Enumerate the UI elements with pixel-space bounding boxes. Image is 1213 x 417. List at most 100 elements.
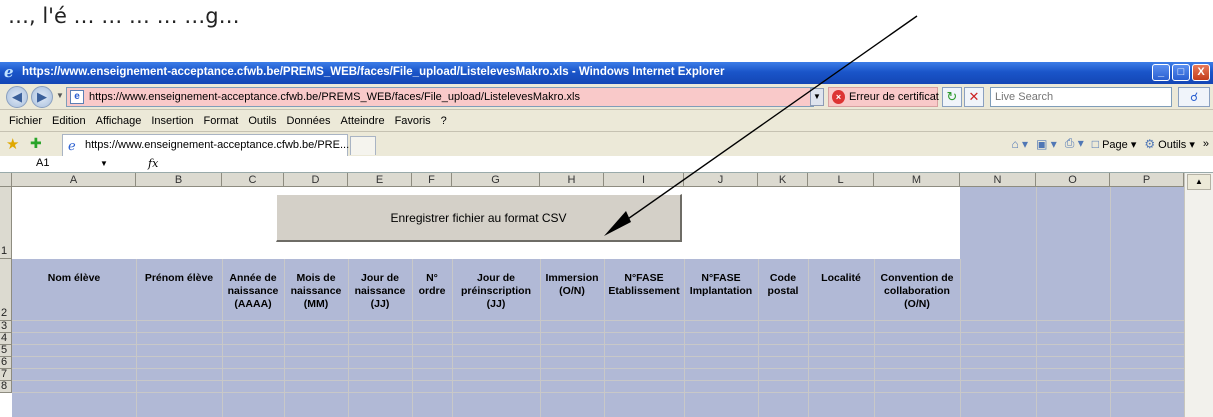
grid-line	[12, 368, 1184, 369]
grid-line	[1036, 187, 1037, 417]
column-header[interactable]: L	[808, 173, 874, 187]
live-search-input[interactable]	[991, 88, 1167, 106]
column-header[interactable]: D	[284, 173, 348, 187]
chevron-right-icon[interactable]: »	[1203, 138, 1209, 150]
tools-menu[interactable]: ⚙ Outils ▾	[1144, 137, 1195, 151]
refresh-button[interactable]: ↻	[942, 87, 962, 107]
select-all-corner[interactable]	[0, 173, 12, 187]
header-prenom-eleve: Prénom élève	[144, 272, 214, 284]
column-header[interactable]: G	[452, 173, 540, 187]
window-controls: _ □ X	[1152, 64, 1210, 81]
gear-icon: ⚙	[1144, 136, 1156, 151]
header-numero-ordre: N° ordre	[418, 272, 446, 297]
menu-format[interactable]: Format	[199, 115, 244, 127]
menu-favoris[interactable]: Favoris	[390, 115, 436, 127]
name-box-dropdown-icon[interactable]: ▼	[100, 159, 108, 168]
new-tab-button[interactable]	[350, 136, 376, 155]
menu-donnees[interactable]: Données	[282, 115, 336, 127]
header-nom-eleve: Nom élève	[47, 272, 101, 284]
page-icon: e	[70, 90, 84, 104]
home-icon[interactable]: ⌂ ▾	[1011, 137, 1028, 151]
favorites-star-icon[interactable]: ★	[6, 135, 19, 153]
row-header[interactable]: 1	[0, 187, 12, 259]
history-dropdown-icon[interactable]: ▼	[56, 91, 64, 100]
caption-text: …, l'é … … … … …g…	[8, 4, 240, 28]
tools-menu-label: Outils	[1158, 138, 1187, 151]
column-header-row: A B C D E F G H I J K L M N O P	[0, 173, 1213, 187]
tab-bar: ★ ✚ ℯ https://www.enseignement-acceptanc…	[0, 132, 1213, 156]
vertical-scrollbar[interactable]: ▲	[1184, 173, 1213, 417]
command-bar: ⌂ ▾ ▣ ▾ ⎙ ▾ □ Page ▾ ⚙ Outils ▾ »	[1011, 136, 1209, 151]
function-icon[interactable]: fx	[148, 157, 158, 170]
menu-insertion[interactable]: Insertion	[146, 115, 198, 127]
add-favorite-icon[interactable]: ✚	[30, 135, 42, 152]
print-icon[interactable]: ⎙ ▾	[1065, 136, 1084, 151]
header-fase-etablissement: N°FASE Etablissement	[608, 272, 680, 297]
column-header[interactable]: M	[874, 173, 960, 187]
forward-button[interactable]: ▶	[31, 86, 53, 108]
grid-line	[960, 259, 961, 417]
save-csv-button[interactable]: Enregistrer fichier au format CSV	[276, 194, 682, 242]
header-jour-naissance: Jour de naissance (JJ)	[354, 272, 406, 310]
minimize-button[interactable]: _	[1152, 64, 1170, 81]
column-header[interactable]: A	[12, 173, 136, 187]
column-header[interactable]: B	[136, 173, 222, 187]
maximize-button[interactable]: □	[1172, 64, 1190, 81]
window-title: https://www.enseignement-acceptance.cfwb…	[22, 66, 725, 78]
menu-help[interactable]: ?	[436, 115, 452, 127]
address-url: https://www.enseignement-acceptance.cfwb…	[89, 91, 580, 103]
column-header[interactable]: K	[758, 173, 808, 187]
name-box[interactable]: A1	[36, 157, 49, 169]
menu-affichage[interactable]: Affichage	[91, 115, 147, 127]
column-header[interactable]: F	[412, 173, 452, 187]
menu-atteindre[interactable]: Atteindre	[336, 115, 390, 127]
tab-title: https://www.enseignement-acceptance.cfwb…	[85, 139, 350, 151]
header-mois-naissance: Mois de naissance (MM)	[290, 272, 342, 310]
certificate-error-icon: ×	[832, 90, 845, 104]
row-header[interactable]: 8	[0, 381, 12, 393]
column-header[interactable]: P	[1110, 173, 1184, 187]
column-header[interactable]: C	[222, 173, 284, 187]
column-header[interactable]: O	[1036, 173, 1110, 187]
address-toolbar: ◀ ▶ ▼ e https://www.enseignement-accepta…	[0, 84, 1213, 110]
header-localite: Localité	[821, 272, 861, 284]
live-search-box[interactable]	[990, 87, 1172, 107]
menu-bar: Fichier Edition Affichage Insertion Form…	[0, 110, 1213, 132]
feeds-icon[interactable]: ▣ ▾	[1036, 137, 1057, 151]
grid-line	[12, 392, 1184, 393]
address-dropdown-icon[interactable]: ▼	[810, 88, 824, 106]
menu-outils[interactable]: Outils	[243, 115, 281, 127]
address-input[interactable]: e https://www.enseignement-acceptance.cf…	[66, 87, 814, 107]
grid-line	[12, 332, 1184, 333]
column-header[interactable]: I	[604, 173, 684, 187]
column-header[interactable]: E	[348, 173, 412, 187]
header-immersion: Immersion (O/N)	[545, 272, 599, 297]
header-jour-preinscription: Jour de préinscription (JJ)	[460, 272, 531, 310]
menu-edition[interactable]: Edition	[47, 115, 91, 127]
header-code-postal: Code postal	[767, 272, 799, 297]
column-header[interactable]: J	[684, 173, 758, 187]
tab-current[interactable]: ℯ https://www.enseignement-acceptance.cf…	[62, 134, 350, 156]
close-button[interactable]: X	[1192, 64, 1210, 81]
grid-line	[12, 380, 1184, 381]
grid-line	[12, 356, 1184, 357]
page-menu[interactable]: □ Page ▾	[1092, 137, 1137, 151]
formula-bar: A1 ▼ fx	[0, 156, 1213, 173]
column-header[interactable]: H	[540, 173, 604, 187]
scroll-up-icon[interactable]: ▲	[1187, 174, 1211, 190]
search-icon[interactable]: ☌	[1178, 87, 1210, 107]
page-menu-label: Page	[1102, 138, 1128, 151]
top-caption: …, l'é … … … … …g…	[0, 0, 1213, 62]
back-button[interactable]: ◀	[6, 86, 28, 108]
stop-button[interactable]: ✕	[964, 87, 984, 107]
certificate-error-button[interactable]: × Erreur de certificat	[828, 87, 939, 107]
column-header[interactable]: N	[960, 173, 1036, 187]
grid-line	[12, 344, 1184, 345]
certificate-error-label: Erreur de certificat	[849, 91, 939, 103]
grid-line	[1110, 187, 1111, 417]
shaded-cells-row1	[960, 187, 1184, 259]
internet-explorer-icon: ℯ	[4, 64, 14, 81]
grid-line	[12, 320, 1184, 321]
row-header[interactable]: 2	[0, 259, 12, 321]
menu-fichier[interactable]: Fichier	[4, 115, 47, 127]
